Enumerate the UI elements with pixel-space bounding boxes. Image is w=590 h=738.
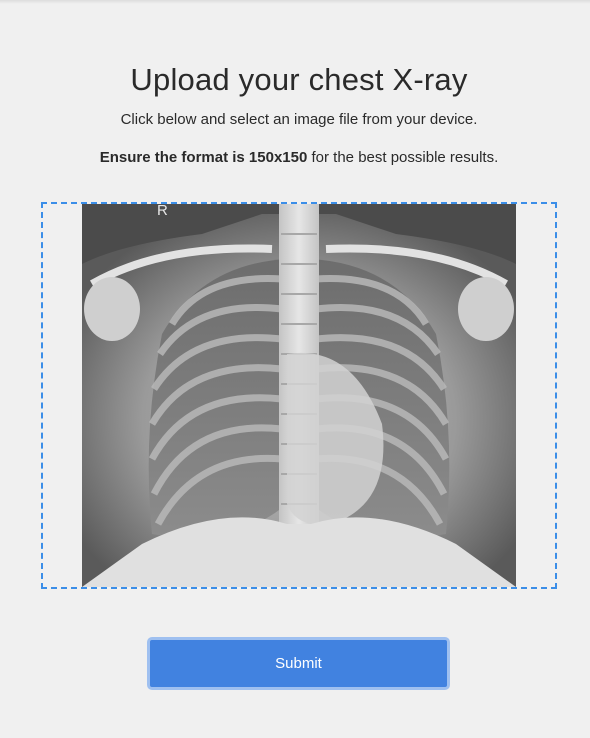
image-dropzone[interactable]: R (41, 202, 557, 589)
format-note-rest: for the best possible results. (307, 149, 499, 166)
upload-instruction: Click below and select an image file fro… (120, 111, 478, 128)
header-shadow (0, 0, 590, 4)
page-title: Upload your chest X-ray (130, 62, 468, 97)
upload-page: Upload your chest X-ray Click below and … (0, 0, 590, 738)
format-note-emphasis: Ensure the format is 150x150 (99, 149, 308, 166)
format-note: Ensure the format is 150x150 for the bes… (0, 149, 590, 166)
xray-preview-image: R (82, 204, 516, 587)
submit-button[interactable]: Submit (147, 637, 450, 690)
xray-side-marker: R (157, 204, 168, 219)
xray-image-drawing (82, 204, 516, 587)
